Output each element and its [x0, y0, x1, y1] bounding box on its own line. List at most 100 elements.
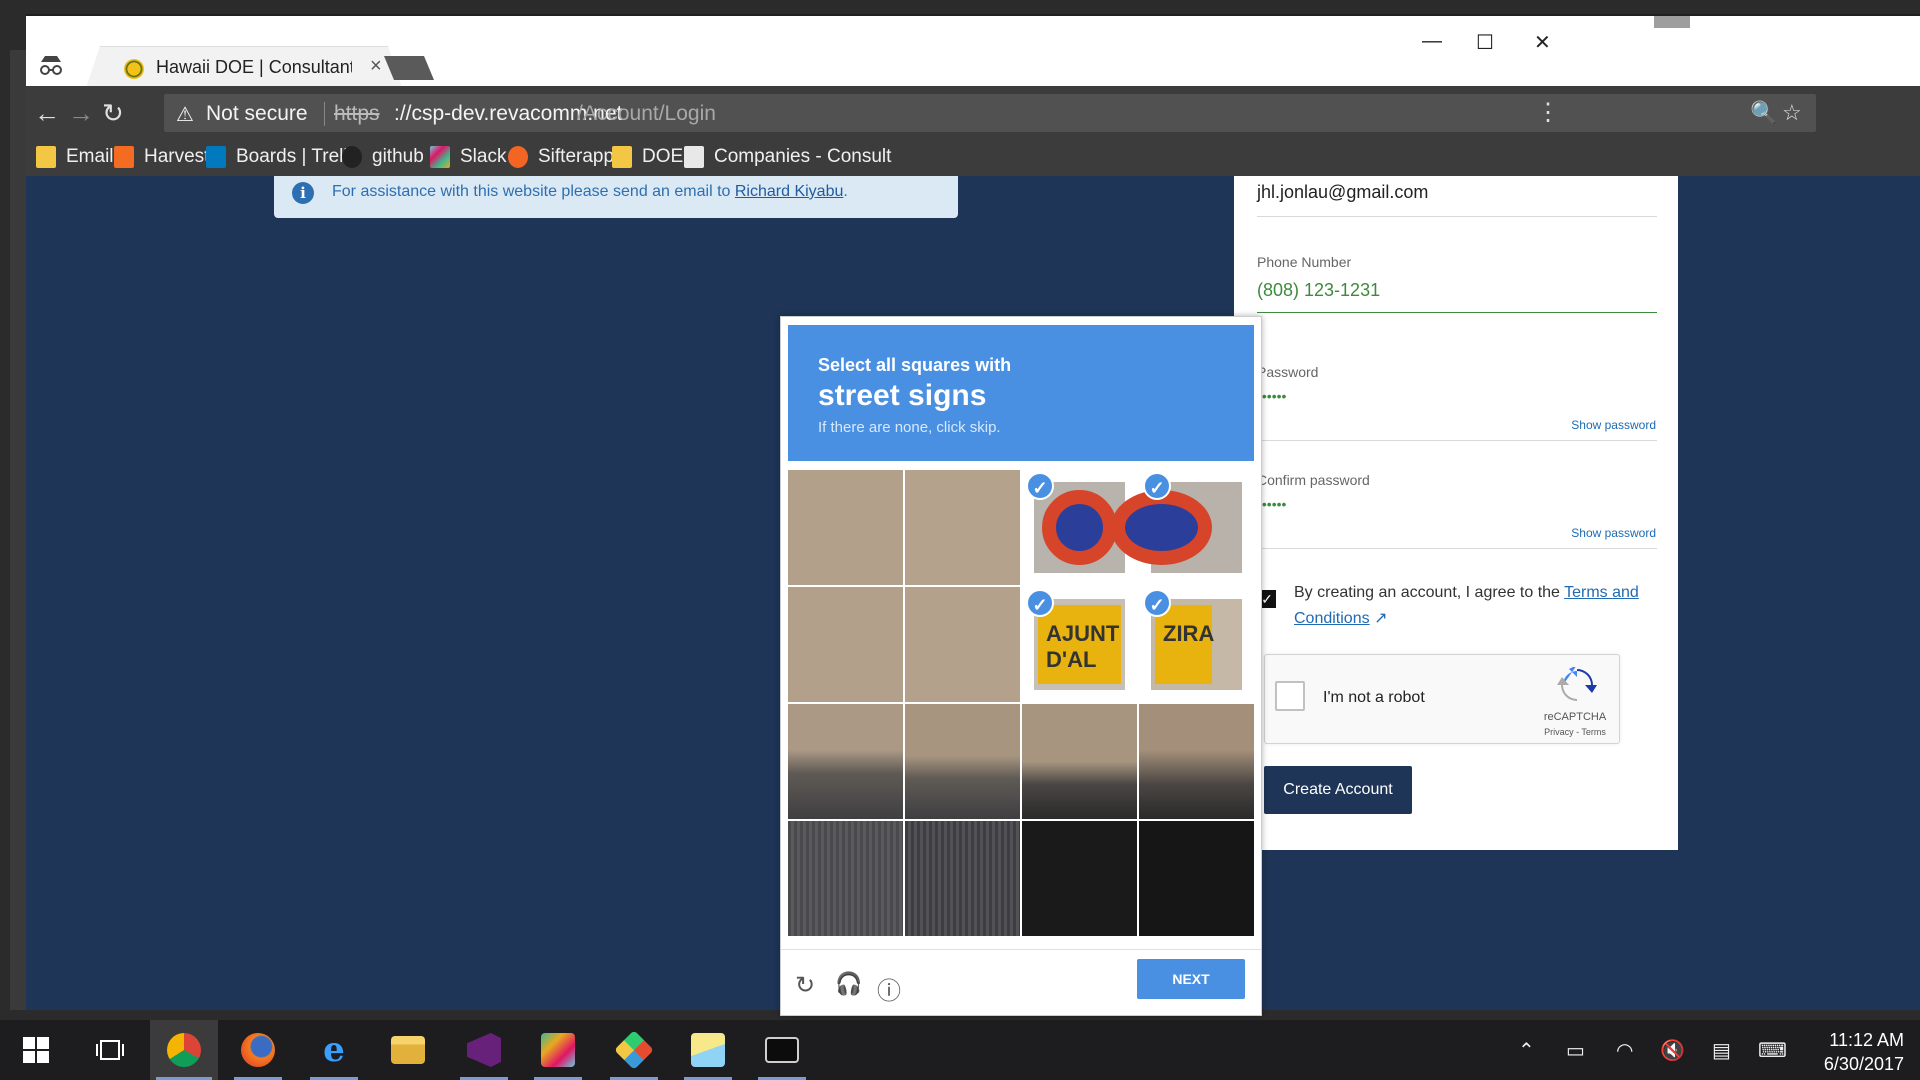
- assistance-notice: i For assistance with this website pleas…: [274, 176, 958, 218]
- assistance-message: For assistance with this website please …: [332, 183, 735, 200]
- password-label: Password: [1257, 364, 1319, 380]
- grid-tile-7[interactable]: ZIRA ✓: [1139, 587, 1254, 702]
- recaptcha-widget: I'm not a robot reCAPTCHA Privacy - Term…: [1264, 654, 1620, 744]
- minimize-icon[interactable]: —: [1422, 30, 1442, 53]
- slack-icon: [541, 1033, 575, 1067]
- taskbar-visual-studio[interactable]: [454, 1020, 514, 1080]
- address-bar[interactable]: ⚠ Not secure https ://csp-dev.revacomm.n…: [164, 94, 1816, 132]
- phone-label: Phone Number: [1257, 254, 1352, 270]
- assistance-text: For assistance with this website please …: [332, 183, 848, 201]
- recaptcha-checkbox[interactable]: [1275, 681, 1305, 711]
- clock-time: 11:12 AM: [1829, 1030, 1904, 1050]
- bookmark-slack[interactable]: Slack: [430, 146, 506, 168]
- wifi-icon[interactable]: ◠: [1616, 1038, 1633, 1063]
- grid-tile-11[interactable]: [1139, 704, 1254, 819]
- grid-tile-3[interactable]: ✓: [1111, 470, 1254, 585]
- grid-tile-5[interactable]: [905, 587, 1020, 702]
- chrome-icon: [167, 1033, 201, 1067]
- keyboard-icon[interactable]: ⌨: [1758, 1038, 1787, 1063]
- taskbar-chrome[interactable]: [150, 1020, 218, 1080]
- bookmark-companies[interactable]: Companies - Consult: [684, 146, 891, 168]
- no-parking-sign-image: [1111, 490, 1212, 565]
- terminal-icon: [765, 1037, 799, 1063]
- reload-challenge-icon[interactable]: ↻: [795, 971, 815, 1000]
- next-button[interactable]: NEXT: [1137, 959, 1245, 999]
- bookmark-github[interactable]: github: [342, 146, 424, 168]
- tab-close-icon[interactable]: ×: [370, 55, 382, 78]
- taskbar-terminal[interactable]: [752, 1020, 812, 1080]
- taskbar-clock[interactable]: 11:12 AM 6/30/2017: [1804, 1028, 1904, 1076]
- taskbar-slack[interactable]: [528, 1020, 588, 1080]
- show-confirm-password-link[interactable]: Show password: [1571, 526, 1656, 540]
- external-link-icon: ↗: [1374, 610, 1388, 627]
- phone-field[interactable]: (808) 123-1231: [1257, 280, 1380, 301]
- grid-tile-6[interactable]: AJUNT D'AL ✓: [1022, 587, 1137, 702]
- bookmark-label: Slack: [460, 146, 507, 167]
- street-sign-image: AJUNT D'AL: [1038, 605, 1121, 684]
- window-drag-handle[interactable]: [1654, 16, 1690, 28]
- address-separator: [324, 102, 325, 126]
- grid-tile-15[interactable]: [1139, 821, 1254, 936]
- close-window-icon[interactable]: ✕: [1534, 30, 1551, 55]
- volume-muted-icon[interactable]: 🔇: [1660, 1038, 1685, 1063]
- show-password-link[interactable]: Show password: [1571, 418, 1656, 432]
- bookmark-harvest[interactable]: Harvest: [114, 146, 209, 168]
- grid-tile-10[interactable]: [1022, 704, 1137, 819]
- folder-icon: [612, 146, 632, 168]
- incognito-icon: [40, 56, 62, 75]
- bookmark-label: Email: [66, 146, 114, 167]
- bookmark-label: Companies - Consult: [714, 146, 892, 167]
- password-underline: [1257, 440, 1657, 441]
- bookmark-sifterapp[interactable]: Sifterapp: [508, 146, 614, 168]
- audio-challenge-icon[interactable]: 🎧: [835, 971, 862, 997]
- grid-tile-8[interactable]: [788, 704, 903, 819]
- grid-tile-12[interactable]: [788, 821, 903, 936]
- start-button[interactable]: [6, 1020, 66, 1080]
- browser-toolbar: ← → ↻ ⚠ Not secure https ://csp-dev.reva…: [26, 86, 1920, 140]
- maximize-icon[interactable]: ☐: [1476, 30, 1494, 55]
- grid-tile-13[interactable]: [905, 821, 1020, 936]
- bookmark-star-icon[interactable]: ☆: [1782, 100, 1802, 126]
- taskbar-file-explorer[interactable]: [378, 1020, 438, 1080]
- help-info-icon[interactable]: ⓘ: [877, 971, 901, 1006]
- zoom-icon[interactable]: 🔍: [1750, 100, 1777, 126]
- show-hidden-icons-chevron-icon[interactable]: ⌃: [1518, 1038, 1535, 1063]
- grid-tile-4[interactable]: [788, 587, 903, 702]
- bookmark-trello[interactable]: Boards | Trello: [206, 146, 358, 168]
- file-explorer-icon: [391, 1036, 425, 1064]
- firefox-icon: [241, 1033, 275, 1067]
- grid-tile-14[interactable]: [1022, 821, 1137, 936]
- richard-kiyabu-link[interactable]: Richard Kiyabu: [735, 183, 844, 200]
- email-underline: [1257, 216, 1657, 217]
- back-arrow-icon[interactable]: ←: [34, 98, 60, 129]
- not-secure-label[interactable]: Not secure: [206, 102, 308, 126]
- bookmark-email[interactable]: Email: [36, 146, 114, 168]
- grid-tile-1[interactable]: [905, 470, 1020, 585]
- task-view-button[interactable]: [80, 1020, 140, 1080]
- grid-tile-9[interactable]: [905, 704, 1020, 819]
- tab-hawaii-doe[interactable]: Hawaii DOE | Consultant ×: [86, 46, 402, 88]
- warning-triangle-icon[interactable]: ⚠: [176, 102, 194, 127]
- taskbar-sticky-notes[interactable]: [678, 1020, 738, 1080]
- create-account-button[interactable]: Create Account: [1264, 766, 1412, 814]
- forward-arrow-icon[interactable]: →: [68, 98, 94, 129]
- windows-icon: [23, 1037, 49, 1063]
- url-scheme: https: [334, 102, 380, 125]
- taskbar-firefox[interactable]: [228, 1020, 288, 1080]
- challenge-image-grid: ✓ ✓ AJUNT D'AL ✓ ZIRA ✓: [788, 470, 1254, 936]
- taskbar-edge[interactable]: e: [304, 1020, 364, 1080]
- grid-tile-0[interactable]: [788, 470, 903, 585]
- chrome-menu-icon[interactable]: ⋮: [1536, 98, 1560, 127]
- bookmark-label: Sifterapp: [538, 146, 615, 167]
- reload-icon[interactable]: ↻: [102, 98, 124, 129]
- bookmark-doe[interactable]: DOE: [612, 146, 683, 168]
- action-center-icon[interactable]: ▤: [1712, 1038, 1731, 1063]
- bookmarks-bar: Email Harvest Boards | Trello github Sla…: [26, 140, 1920, 176]
- sticky-notes-icon: [691, 1033, 725, 1067]
- taskbar-git[interactable]: [604, 1020, 664, 1080]
- battery-icon[interactable]: ▭: [1566, 1038, 1585, 1063]
- recaptcha-privacy-terms[interactable]: Privacy - Terms: [1535, 727, 1615, 737]
- email-field[interactable]: jhl.jonlau@gmail.com: [1257, 182, 1428, 203]
- git-icon: [614, 1030, 654, 1070]
- doc-icon: [684, 146, 704, 168]
